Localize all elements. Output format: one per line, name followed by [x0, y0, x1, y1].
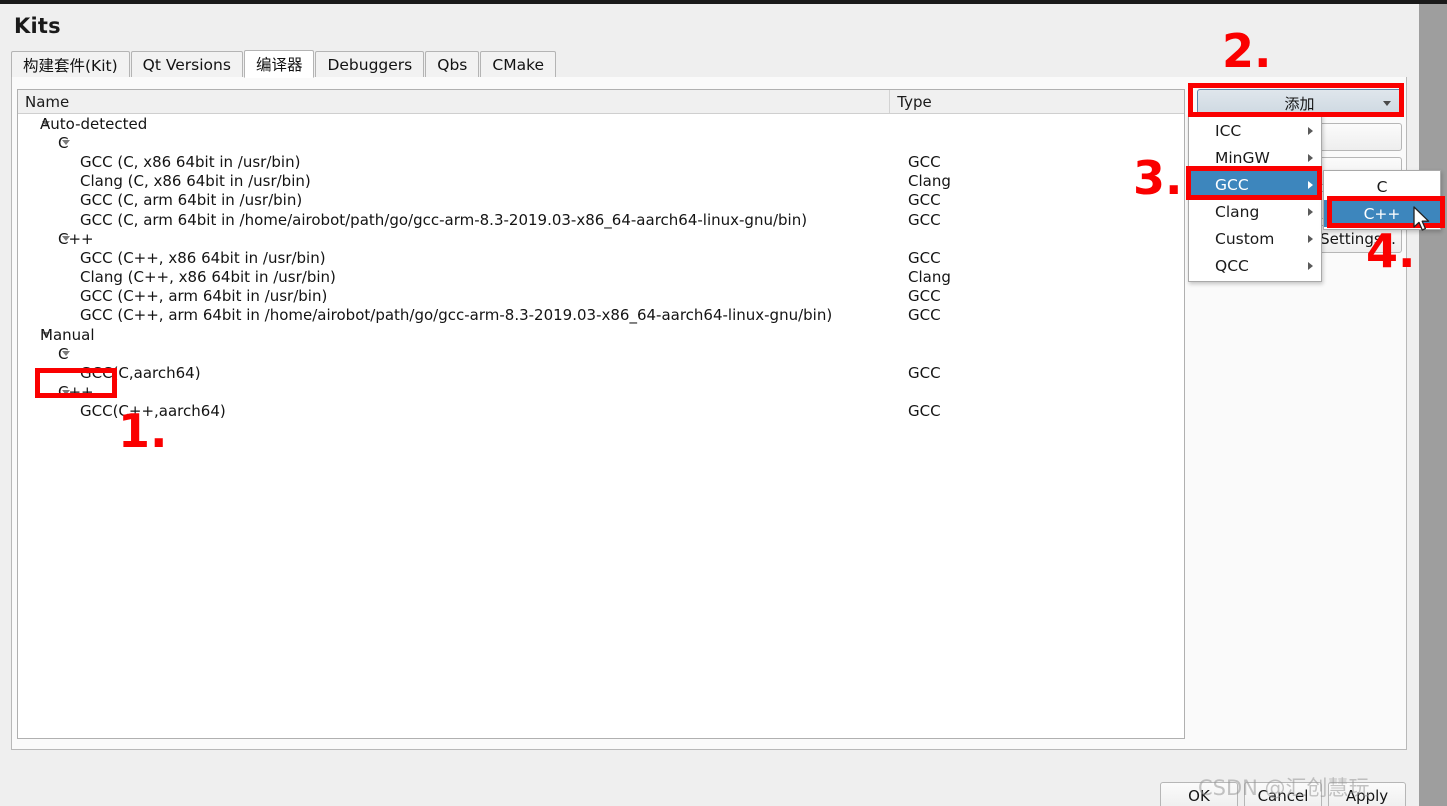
chevron-right-icon: [1308, 180, 1313, 189]
ok-button[interactable]: OK: [1160, 782, 1238, 806]
tree-item-label: Clang (C, x86 64bit in /usr/bin): [80, 172, 311, 191]
menu-item-icc[interactable]: ICC: [1189, 117, 1321, 144]
table-row[interactable]: GCC (C++, x86 64bit in /usr/bin) GCC: [18, 248, 1184, 267]
tree-item-label: Clang (C++, x86 64bit in /usr/bin): [80, 268, 336, 287]
tree-item-label: C++: [58, 229, 94, 248]
tree-item-type: GCC: [908, 287, 941, 306]
compilers-tree[interactable]: Name Type Auto-detected C GCC (C, x86 64bi…: [17, 89, 1185, 739]
tree-item-type: GCC: [908, 210, 941, 229]
tree-item-label: GCC(C,aarch64): [80, 364, 201, 383]
tree-item-type: GCC: [908, 364, 941, 383]
chevron-down-icon[interactable]: [1383, 101, 1391, 106]
table-row[interactable]: Auto-detected: [18, 114, 1184, 133]
menu-item-gcc[interactable]: GCC: [1189, 171, 1321, 198]
tree-item-type: GCC: [908, 248, 941, 267]
table-row[interactable]: C: [18, 344, 1184, 363]
menu-item-clang[interactable]: Clang: [1189, 198, 1321, 225]
tree-header: Name Type: [18, 90, 1184, 114]
annotation-number-3: 3.: [1133, 151, 1183, 205]
tree-item-label: Auto-detected: [40, 114, 148, 133]
tree-item-type: GCC: [908, 152, 941, 171]
app-root: Kits 构建套件(Kit) Qt Versions 编译器 Debuggers Qbs…: [0, 0, 1447, 806]
tree-body: Auto-detected C GCC (C, x86 64bit in /usr/…: [18, 114, 1184, 421]
table-row[interactable]: GCC(C++,aarch64) GCC: [18, 402, 1184, 421]
menu-item-label: Custom: [1215, 229, 1275, 248]
tree-item-label: C++: [58, 383, 94, 402]
table-row[interactable]: Clang (C++, x86 64bit in /usr/bin) Clang: [18, 268, 1184, 287]
chevron-right-icon: [1308, 126, 1313, 135]
table-row[interactable]: GCC (C, arm 64bit in /usr/bin) GCC: [18, 191, 1184, 210]
annotation-number-1: 1.: [118, 404, 168, 458]
add-compiler-menu[interactable]: ICC MinGW GCC Clang Custom QCC: [1188, 114, 1322, 282]
chevron-right-icon: [1308, 153, 1313, 162]
tree-item-type: Clang: [908, 268, 951, 287]
menu-item-label: GCC: [1215, 175, 1249, 194]
table-row[interactable]: Manual: [18, 325, 1184, 344]
column-header-type[interactable]: Type: [890, 90, 1184, 113]
page-title: Kits: [14, 14, 61, 38]
table-row[interactable]: C: [18, 133, 1184, 152]
tab-5[interactable]: CMake: [480, 51, 557, 78]
menu-item-mingw[interactable]: MinGW: [1189, 144, 1321, 171]
menu-item-label: QCC: [1215, 256, 1249, 275]
menu-item-label: Clang: [1215, 202, 1260, 221]
tree-item-type: Clang: [908, 172, 951, 191]
column-header-name[interactable]: Name: [18, 90, 891, 113]
cancel-button[interactable]: Cancel: [1244, 782, 1322, 806]
tab-1[interactable]: Qt Versions: [130, 51, 243, 78]
dialog-button-bar: OK Cancel Apply: [0, 774, 1419, 806]
tab-label: 构建套件(Kit): [23, 56, 118, 75]
tree-item-label: GCC (C++, arm 64bit in /usr/bin): [80, 287, 328, 306]
table-row[interactable]: GCC (C, arm 64bit in /home/airobot/path/…: [18, 210, 1184, 229]
table-row[interactable]: GCC (C++, arm 64bit in /usr/bin) GCC: [18, 287, 1184, 306]
annotation-number-4: 4.: [1366, 224, 1416, 278]
dialog-vertical-scrollbar[interactable]: [1419, 4, 1447, 806]
tab-label: CMake: [492, 55, 545, 74]
tree-item-label: C: [58, 344, 69, 363]
menu-item-label: ICC: [1215, 121, 1242, 140]
tab-label: Qbs: [437, 55, 468, 74]
tab-4[interactable]: Qbs: [425, 51, 480, 78]
table-row[interactable]: C++: [18, 383, 1184, 402]
tab-3[interactable]: Debuggers: [315, 51, 425, 78]
menu-item-label: C: [1376, 177, 1388, 196]
chevron-right-icon: [1308, 207, 1313, 216]
menu-item-qcc[interactable]: QCC: [1189, 252, 1321, 279]
chevron-right-icon: [1308, 261, 1313, 270]
tree-item-label: GCC (C, arm 64bit in /home/airobot/path/…: [80, 210, 808, 229]
tab-label: Qt Versions: [142, 55, 231, 74]
tree-item-label: GCC (C++, arm 64bit in /home/airobot/pat…: [80, 306, 833, 325]
apply-button[interactable]: Apply: [1328, 782, 1406, 806]
menu-item-label: MinGW: [1215, 148, 1270, 167]
table-row[interactable]: Clang (C, x86 64bit in /usr/bin) Clang: [18, 172, 1184, 191]
tab-2[interactable]: 编译器: [243, 50, 315, 78]
table-row[interactable]: GCC (C, x86 64bit in /usr/bin) GCC: [18, 152, 1184, 171]
tree-item-type: GCC: [908, 402, 941, 421]
side-button-label: 添加: [1284, 94, 1315, 113]
tree-item-label: C: [58, 133, 69, 152]
annotation-number-2: 2.: [1222, 24, 1272, 78]
tree-item-label: GCC (C, arm 64bit in /usr/bin): [80, 191, 303, 210]
menu-item-label: C++: [1363, 204, 1401, 223]
tree-item-label: GCC (C, x86 64bit in /usr/bin): [80, 152, 301, 171]
menu-item-c[interactable]: C: [1324, 173, 1440, 200]
table-row[interactable]: GCC (C++, arm 64bit in /home/airobot/pat…: [18, 306, 1184, 325]
tree-item-label: GCC (C++, x86 64bit in /usr/bin): [80, 248, 326, 267]
menu-item-custom[interactable]: Custom: [1189, 225, 1321, 252]
chevron-right-icon: [1308, 234, 1313, 243]
menu-item-cpp[interactable]: C++: [1324, 200, 1440, 227]
gcc-submenu[interactable]: C C++: [1323, 170, 1441, 230]
tree-item-type: GCC: [908, 191, 941, 210]
tab-0[interactable]: 构建套件(Kit): [11, 51, 130, 78]
tab-label: 编译器: [255, 56, 303, 74]
tab-label: Debuggers: [327, 55, 413, 74]
tab-bar: 构建套件(Kit) Qt Versions 编译器 Debuggers Qbs CMake: [11, 50, 1407, 78]
table-row[interactable]: C++: [18, 229, 1184, 248]
tree-item-type: GCC: [908, 306, 941, 325]
table-row[interactable]: GCC(C,aarch64) GCC: [18, 363, 1184, 382]
side-button-0[interactable]: 添加: [1197, 89, 1402, 117]
tree-item-label: Manual: [40, 325, 95, 344]
